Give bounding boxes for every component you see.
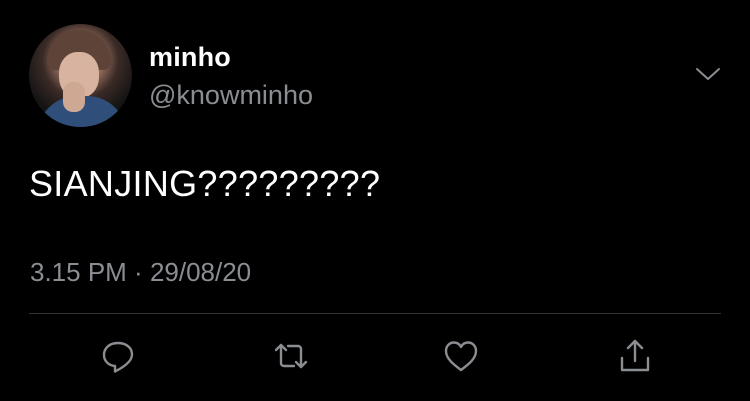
reply-button[interactable] (95, 333, 141, 379)
share-icon (620, 339, 650, 372)
reply-icon (102, 341, 134, 373)
tweet-timestamp: 3.15 PM · 29/08/20 (30, 257, 251, 288)
tweet-time: 3.15 PM (30, 257, 127, 287)
chevron-down-icon[interactable] (694, 64, 722, 84)
author-name[interactable]: minho (149, 42, 231, 73)
retweet-button[interactable] (268, 333, 314, 379)
author-handle[interactable]: @knowminho (149, 80, 313, 111)
tweet-text: SIANJING????????? (29, 163, 381, 204)
avatar-hand (63, 82, 85, 112)
heart-icon (444, 341, 478, 372)
like-button[interactable] (438, 333, 484, 379)
timestamp-separator: · (126, 257, 150, 287)
tweet-date: 29/08/20 (149, 257, 252, 287)
retweet-icon (274, 343, 308, 369)
action-bar (0, 333, 750, 379)
divider (29, 313, 721, 314)
share-button[interactable] (612, 333, 658, 379)
avatar[interactable] (29, 24, 132, 127)
